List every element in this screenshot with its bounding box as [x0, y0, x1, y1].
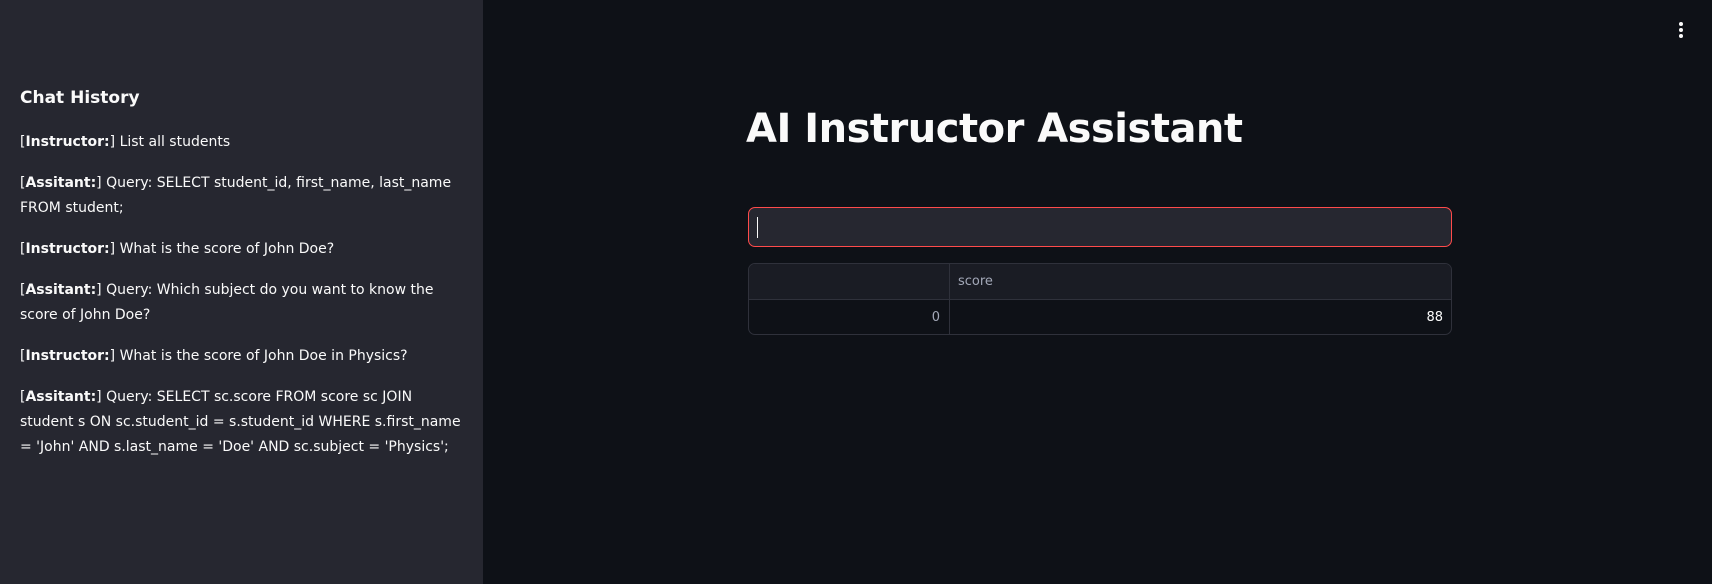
query-input[interactable] — [748, 207, 1452, 247]
chat-role: Instructor: — [25, 348, 110, 364]
chat-role: Instructor: — [25, 134, 110, 150]
text-caret — [757, 217, 758, 238]
chat-message: [Assitant:] Query: SELECT sc.score FROM … — [20, 389, 461, 455]
chat-role: Assitant: — [25, 175, 97, 191]
row-index-cell[interactable]: 0 — [749, 300, 950, 334]
table-row: 0 88 — [749, 300, 1451, 334]
chat-role: Assitant: — [25, 282, 97, 298]
chat-message: [Instructor:] What is the score of John … — [20, 241, 335, 257]
sidebar-title: Chat History — [20, 88, 140, 108]
chat-message: [Instructor:] What is the score of John … — [20, 348, 408, 364]
chat-role: Assitant: — [25, 389, 97, 405]
main-content: AI Instructor Assistant score 0 88 — [483, 0, 1712, 584]
chat-history-list: [Instructor:] List all students [Assitan… — [20, 130, 463, 476]
table-header: score — [749, 264, 1451, 300]
chat-message: [Instructor:] List all students — [20, 134, 231, 150]
column-header-index[interactable] — [749, 264, 950, 299]
score-cell[interactable]: 88 — [950, 300, 1451, 334]
chat-role: Instructor: — [25, 241, 110, 257]
page-title: AI Instructor Assistant — [746, 106, 1243, 152]
sidebar: Chat History [Instructor:] List all stud… — [0, 0, 483, 584]
more-vertical-icon[interactable] — [1674, 20, 1688, 42]
results-table[interactable]: score 0 88 — [748, 263, 1452, 335]
app: Chat History [Instructor:] List all stud… — [0, 0, 1712, 584]
chat-text: What is the score of John Doe in Physics… — [119, 348, 408, 364]
column-header-score[interactable]: score — [950, 264, 1451, 299]
chat-message: [Assitant:] Query: Which subject do you … — [20, 282, 434, 323]
chat-text: List all students — [119, 134, 231, 150]
chat-message: [Assitant:] Query: SELECT student_id, fi… — [20, 175, 452, 216]
chat-text: What is the score of John Doe? — [119, 241, 335, 257]
